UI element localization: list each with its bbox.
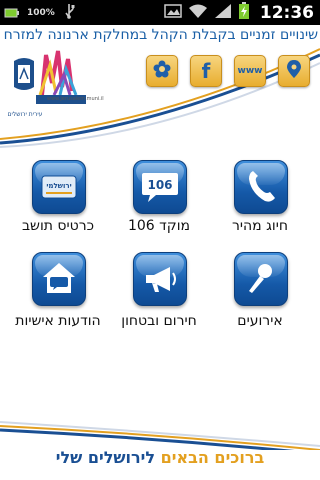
location-button[interactable] <box>278 55 310 87</box>
status-bar: 100% 12:36 <box>0 0 320 25</box>
jerusalem-logo[interactable] <box>6 47 92 113</box>
news-ticker[interactable]: שינויים זמניים בקבלת הקהל במחלקת ארנונה … <box>0 25 320 47</box>
phone-icon <box>249 171 275 202</box>
call-center-106-icon: 106 <box>142 173 178 202</box>
battery-small-icon <box>4 4 20 23</box>
svg-text:ירושלמי: ירושלמי <box>46 182 71 190</box>
battery-charging-icon <box>238 2 250 24</box>
flower-button[interactable] <box>146 55 178 87</box>
personal-messages-label: הודעות אישיות <box>15 313 101 329</box>
microphone-icon <box>249 264 272 293</box>
location-pin-icon <box>286 59 302 83</box>
welcome-part-b: לירושלים שלי <box>55 448 156 467</box>
flower-icon <box>152 59 172 83</box>
personal-messages-button[interactable] <box>32 252 86 306</box>
header: עירית ירושלים www.jerusalem.muni.il f ww… <box>0 47 320 157</box>
resident-card-label: כרטיס תושב <box>21 218 95 234</box>
resident-card-button[interactable]: ירושלמי <box>32 160 86 214</box>
facebook-icon: f <box>201 59 211 83</box>
welcome-part-a: ברוכים הבאים <box>160 448 265 467</box>
emergency-security-button[interactable] <box>133 252 187 306</box>
signal-icon <box>214 3 232 23</box>
resident-card-icon: ירושלמי <box>41 175 77 199</box>
battery-percent: 100% <box>27 8 55 18</box>
facebook-button[interactable]: f <box>190 55 222 87</box>
footer: ברוכים הבאים לירושלים שלי <box>0 420 320 480</box>
www-icon: www <box>237 66 263 76</box>
clock: 12:36 <box>259 3 314 23</box>
status-right-icons: 12:36 <box>164 2 314 24</box>
speed-dial-label: חיוג מהיר <box>232 218 288 234</box>
home-message-icon <box>43 263 75 293</box>
call-center-106-button[interactable]: 106 <box>133 160 187 214</box>
logo-url: www.jerusalem.muni.il <box>47 96 104 102</box>
status-left-icons: 100% <box>4 4 76 22</box>
logo-caption: עירית ירושלים <box>7 111 43 118</box>
www-button[interactable]: www <box>234 55 266 87</box>
ticker-text: שינויים זמניים בקבלת הקהל במחלקת ארנונה … <box>0 27 318 43</box>
gallery-notification-icon <box>164 3 182 23</box>
usb-icon <box>62 3 76 23</box>
footer-curve-decoration <box>0 421 320 450</box>
call-center-106-label: מוקד 106 <box>127 218 191 234</box>
speed-dial-button[interactable] <box>234 160 288 214</box>
events-label: אירועים <box>237 313 283 329</box>
wifi-icon <box>188 3 208 23</box>
svg-text:106: 106 <box>147 178 172 192</box>
emergency-security-label: חירום ובטחון <box>121 313 197 329</box>
megaphone-icon <box>146 267 176 292</box>
welcome-slogan: ברוכים הבאים לירושלים שלי <box>0 448 320 467</box>
events-button[interactable] <box>234 252 288 306</box>
